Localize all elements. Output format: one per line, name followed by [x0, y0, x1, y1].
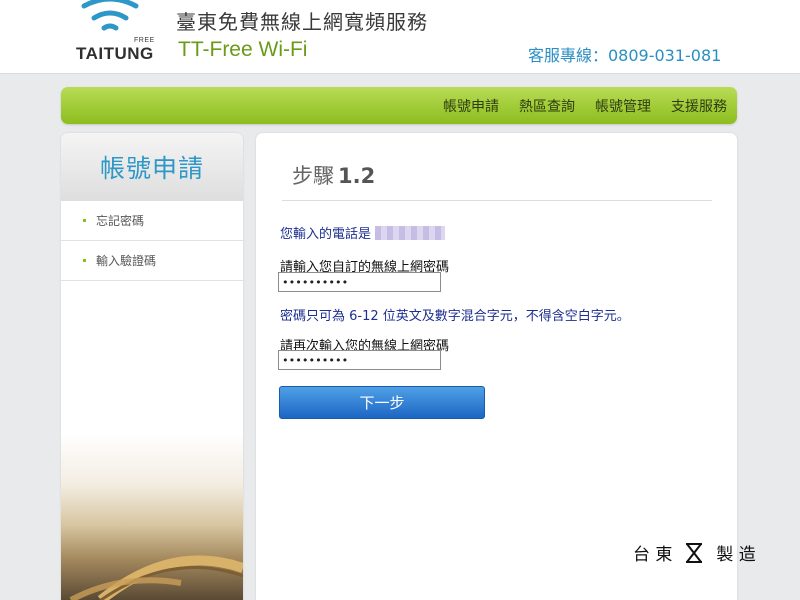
next-step-button[interactable]: 下一步 [279, 386, 485, 419]
brand-right-text: 製 造 [716, 545, 756, 565]
step-number: 1.2 [338, 164, 376, 188]
taitung-logo[interactable]: FREE TAITUNG [76, 0, 168, 66]
sidebar-item-forgot-password[interactable]: 忘記密碼 [61, 201, 243, 241]
site-title: 臺東免費無線上網寬頻服務 [176, 10, 428, 34]
step-form-panel: 步驟1.2 您輸入的電話是 請輸入您自訂的無線上網密碼 密碼只可為 6-12 位… [256, 133, 737, 600]
wifi-icon [81, 0, 139, 31]
sidebar-item-enter-code[interactable]: 輸入驗證碼 [61, 241, 243, 281]
step-heading: 步驟 1.2 [292, 160, 375, 190]
step-label: 步驟 [292, 164, 334, 188]
password-input[interactable] [278, 272, 441, 292]
confirm-password-input[interactable] [278, 350, 441, 370]
site-header: FREE TAITUNG 臺東免費無線上網寬頻服務 TT-Free Wi-Fi … [0, 0, 800, 74]
nav-links: 帳號申請 熱區查詢 帳號管理 支援服務 [443, 87, 727, 124]
customer-hotline: 客服專線：0809-031-081 [528, 46, 722, 65]
password-hint: 密碼只可為 6-12 位英文及數字混合字元，不得含空白字元。 [280, 309, 630, 324]
site-subtitle: TT-Free Wi-Fi [178, 38, 308, 61]
made-in-taitung-brand: 台 東 製 造 [633, 540, 768, 565]
main-nav: 帳號申請 熱區查詢 帳號管理 支援服務 [61, 87, 737, 124]
sidebar-title: 帳號申請 [61, 133, 243, 201]
masked-phone-number [375, 226, 446, 240]
nav-item-account-manage[interactable]: 帳號管理 [595, 96, 651, 116]
bridge-arch-image [69, 555, 243, 600]
bullet-icon [83, 219, 86, 222]
sidebar-item-label: 忘記密碼 [96, 214, 145, 228]
nav-item-account-apply[interactable]: 帳號申請 [443, 96, 499, 116]
sidebar: 帳號申請 忘記密碼 輸入驗證碼 [61, 133, 243, 600]
sidebar-photo [61, 433, 243, 600]
hourglass-icon [686, 542, 703, 563]
phone-prefix: 您輸入的電話是 [280, 227, 372, 242]
phone-confirmation: 您輸入的電話是 [280, 223, 446, 242]
nav-item-hotspot-search[interactable]: 熱區查詢 [519, 96, 575, 116]
nav-item-support[interactable]: 支援服務 [671, 96, 727, 116]
bullet-icon [83, 259, 86, 262]
heading-divider [282, 200, 712, 201]
brand-left-text: 台 東 [633, 545, 673, 565]
logo-taitung-text: TAITUNG [76, 44, 154, 63]
sidebar-item-label: 輸入驗證碼 [96, 254, 157, 268]
logo-free-text: FREE [134, 37, 155, 44]
